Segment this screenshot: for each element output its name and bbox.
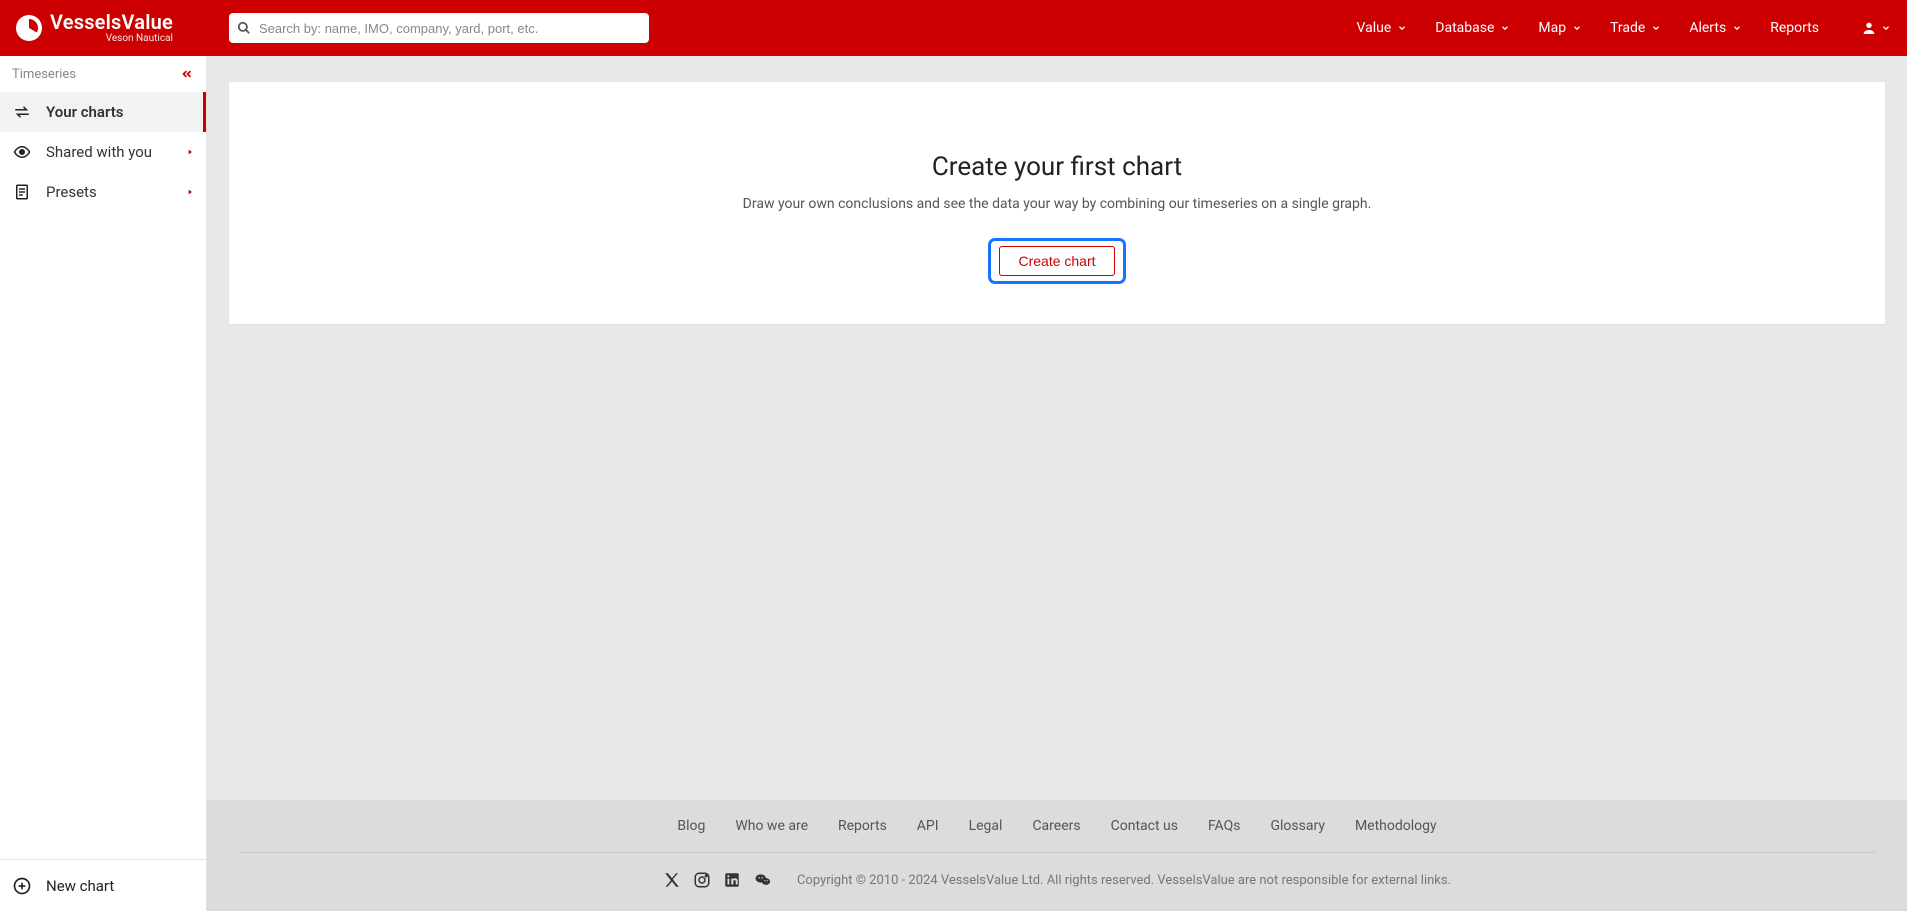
sidebar-item-your-charts[interactable]: Your charts <box>0 92 206 132</box>
nav-reports-label: Reports <box>1770 20 1819 36</box>
nav-value[interactable]: Value <box>1357 20 1408 36</box>
x-twitter-icon[interactable] <box>663 871 681 889</box>
nav-value-label: Value <box>1357 20 1392 36</box>
footer-links: Blog Who we are Reports API Legal Career… <box>677 818 1436 834</box>
eye-icon <box>12 143 32 161</box>
brand-logo[interactable]: VesselsValue Veson Nautical <box>16 12 173 44</box>
sidebar: Timeseries Your charts Shared with you <box>0 56 207 911</box>
linkedin-icon[interactable] <box>723 871 741 889</box>
empty-state-title: Create your first chart <box>932 152 1182 182</box>
global-search-input[interactable] <box>229 13 649 43</box>
instagram-icon[interactable] <box>693 871 711 889</box>
nav-trade[interactable]: Trade <box>1610 20 1661 36</box>
user-menu[interactable] <box>1861 20 1891 36</box>
footer-link-careers[interactable]: Careers <box>1032 818 1080 834</box>
footer-link-methodology[interactable]: Methodology <box>1355 818 1437 834</box>
chevron-right-icon <box>186 187 194 197</box>
swap-icon <box>12 103 32 121</box>
chevron-down-icon <box>1881 23 1891 33</box>
footer-link-who[interactable]: Who we are <box>735 818 808 834</box>
app-header: VesselsValue Veson Nautical Value Databa… <box>0 0 1907 56</box>
footer-link-reports[interactable]: Reports <box>838 818 887 834</box>
chevron-down-icon <box>1397 23 1407 33</box>
plus-circle-icon <box>12 876 32 896</box>
footer-link-contact[interactable]: Contact us <box>1111 818 1178 834</box>
brand-text: VesselsValue Veson Nautical <box>50 12 173 44</box>
document-icon <box>12 183 32 201</box>
sidebar-collapse-button[interactable] <box>180 67 194 81</box>
footer-bottom: Copyright © 2010 - 2024 VesselsValue Ltd… <box>663 871 1451 889</box>
footer-link-glossary[interactable]: Glossary <box>1270 818 1324 834</box>
chevron-down-icon <box>1572 23 1582 33</box>
sidebar-item-label: Your charts <box>46 103 124 121</box>
content-scroll: Create your first chart Draw your own co… <box>207 56 1907 800</box>
empty-state-subtitle: Draw your own conclusions and see the da… <box>743 196 1372 212</box>
sidebar-item-presets[interactable]: Presets <box>0 172 206 212</box>
nav-database[interactable]: Database <box>1435 20 1510 36</box>
tutorial-highlight: Create chart <box>988 238 1125 284</box>
sidebar-item-shared[interactable]: Shared with you <box>0 132 206 172</box>
sidebar-nav: Your charts Shared with you Presets <box>0 92 206 859</box>
sidebar-section-title: Timeseries <box>12 67 76 82</box>
footer-copyright: Copyright © 2010 - 2024 VesselsValue Ltd… <box>797 873 1451 888</box>
nav-database-label: Database <box>1435 20 1494 36</box>
brand-name: VesselsValue <box>50 12 173 32</box>
global-search <box>229 13 649 43</box>
primary-nav: Value Database Map Trade Alerts Reports <box>1357 20 1892 36</box>
footer-link-faqs[interactable]: FAQs <box>1208 818 1241 834</box>
nav-alerts-label: Alerts <box>1689 20 1726 36</box>
nav-map-label: Map <box>1538 20 1566 36</box>
footer-divider <box>239 852 1875 853</box>
chevron-down-icon <box>1732 23 1742 33</box>
sidebar-item-label: Presets <box>46 183 97 201</box>
main-area: Create your first chart Draw your own co… <box>207 56 1907 911</box>
chevron-right-icon <box>186 147 194 157</box>
sidebar-new-chart-label: New chart <box>46 877 114 895</box>
create-chart-button[interactable]: Create chart <box>999 246 1114 276</box>
footer-link-blog[interactable]: Blog <box>677 818 705 834</box>
page-footer: Blog Who we are Reports API Legal Career… <box>207 800 1907 911</box>
nav-alerts[interactable]: Alerts <box>1689 20 1742 36</box>
chevron-down-icon <box>1651 23 1661 33</box>
sidebar-item-label: Shared with you <box>46 143 152 161</box>
user-icon <box>1861 20 1877 36</box>
nav-trade-label: Trade <box>1610 20 1645 36</box>
footer-link-api[interactable]: API <box>917 818 939 834</box>
sidebar-header: Timeseries <box>0 56 206 92</box>
footer-social <box>663 871 773 889</box>
footer-link-legal[interactable]: Legal <box>969 818 1003 834</box>
nav-reports[interactable]: Reports <box>1770 20 1819 36</box>
brand-mark-icon <box>16 15 42 41</box>
sidebar-new-chart[interactable]: New chart <box>0 859 206 911</box>
nav-map[interactable]: Map <box>1538 20 1582 36</box>
wechat-icon[interactable] <box>753 871 773 889</box>
search-icon <box>237 21 251 35</box>
empty-state-panel: Create your first chart Draw your own co… <box>229 82 1885 324</box>
app-body: Timeseries Your charts Shared with you <box>0 56 1907 911</box>
chevron-down-icon <box>1500 23 1510 33</box>
brand-subtitle: Veson Nautical <box>106 34 173 44</box>
